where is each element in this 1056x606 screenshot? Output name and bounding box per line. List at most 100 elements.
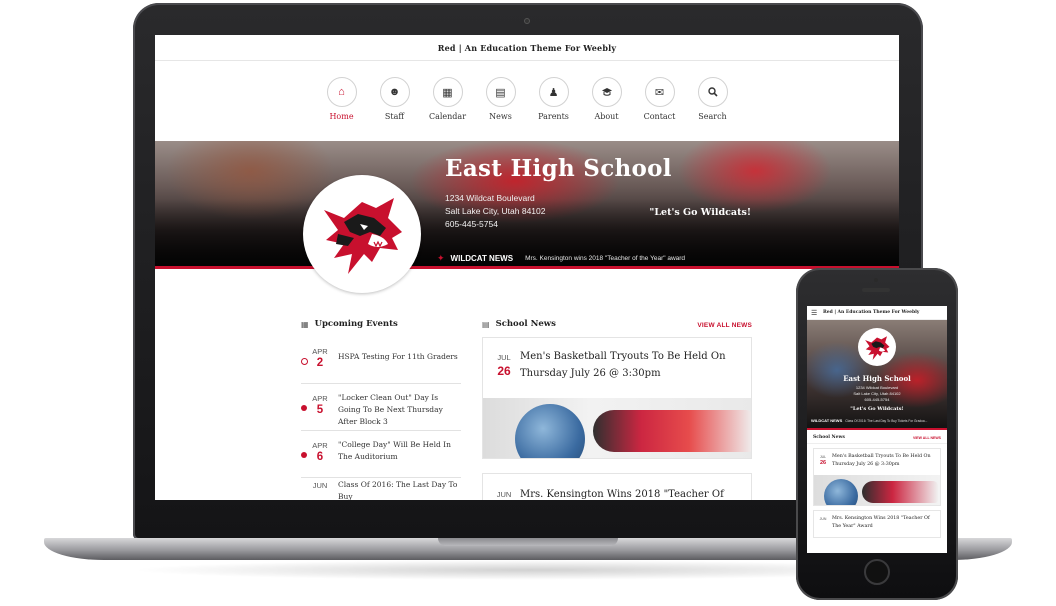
phone-speaker: [862, 288, 890, 292]
event-item[interactable]: APR 6 "College Day" Will Be Held In The …: [301, 431, 461, 478]
phone-news-card[interactable]: JUL 26 Men's Basketball Tryouts To Be He…: [813, 448, 941, 506]
news-icon: ▤: [485, 77, 516, 107]
event-month: APR: [312, 441, 328, 450]
news-card[interactable]: JUN Mrs. Kensington Wins 2018 "Teacher O…: [482, 473, 752, 500]
news-title[interactable]: Mrs. Kensington Wins 2018 "Teacher Of Th…: [520, 486, 742, 500]
address-line: Salt Lake City, Utah 84102: [445, 206, 546, 216]
phone-camera: [874, 278, 878, 282]
nav-item-home[interactable]: ⌂ Home: [326, 77, 357, 141]
event-title[interactable]: HSPA Testing For 11th Graders: [338, 351, 462, 363]
phone-news-card[interactable]: JUN Mrs. Kensington Wins 2018 "Teacher O…: [813, 510, 941, 538]
nav-label: Contact: [643, 112, 676, 121]
nav-label: News: [489, 112, 512, 121]
event-month: JUN: [312, 481, 328, 490]
phone-number[interactable]: 605-445-5754: [445, 219, 498, 229]
events-heading: ▦ Upcoming Events: [301, 319, 398, 329]
envelope-icon: ✉: [644, 77, 675, 107]
phone-motto: "Let's Go Wildcats!: [850, 406, 904, 412]
phone-hero: East High School 1234 Wildcat Boulevard …: [807, 320, 947, 430]
event-month: APR: [312, 347, 328, 356]
laptop-camera: [524, 18, 530, 24]
event-title[interactable]: "College Day" Will Be Held In The Audito…: [338, 439, 462, 463]
nav-item-parents[interactable]: ♟ Parents: [538, 77, 569, 141]
event-title[interactable]: "Locker Clean Out" Day Is Going To Be Ne…: [338, 392, 462, 428]
home-icon: ⌂: [326, 77, 357, 107]
calendar-icon: ▦: [432, 77, 463, 107]
main-content: ▦ Upcoming Events ▤ School News VIEW ALL…: [155, 313, 899, 500]
news-heading-label: School News: [495, 319, 556, 329]
event-item[interactable]: APR 2 HSPA Testing For 11th Graders: [301, 337, 461, 384]
nav-label: Home: [329, 112, 354, 121]
events-list: APR 2 HSPA Testing For 11th Graders APR …: [301, 337, 461, 500]
phone-wildcat-logo[interactable]: [858, 328, 896, 366]
ticker-label: WILDCAT NEWS: [450, 254, 514, 263]
wildcat-mascot-icon: [865, 335, 890, 360]
phone-address-line: 1234 Wildcat Boulevard: [855, 385, 899, 390]
news-card[interactable]: JUL 26 Men's Basketball Tryouts To Be He…: [482, 337, 752, 459]
phone-news-month: JUN: [819, 517, 827, 521]
phone-school-name: East High School: [843, 374, 911, 383]
phone-news-image-basketball[interactable]: [814, 475, 940, 505]
event-day: 2: [316, 357, 324, 369]
basketball-shape: [515, 404, 585, 458]
address-line: 1234 Wildcat Boulevard: [445, 193, 535, 203]
phone-home-button[interactable]: [864, 559, 890, 585]
wildcat-logo[interactable]: [303, 175, 421, 293]
nav-item-contact[interactable]: ✉ Contact: [644, 77, 675, 141]
hamburger-menu-icon[interactable]: ☰: [811, 309, 823, 317]
nav-label: About: [594, 112, 619, 121]
phone-address-line: Salt Lake City, Utah 84102: [853, 391, 901, 396]
phone-site-title[interactable]: Red | An Education Theme For Weebly: [823, 310, 919, 315]
timeline-dot: [301, 358, 308, 365]
phone-ticker-label: WILDCAT NEWS: [811, 418, 843, 423]
news-icon: ▤: [482, 319, 490, 329]
site-title[interactable]: Red | An Education Theme For Weebly: [438, 43, 616, 53]
parents-icon: ♟: [538, 77, 569, 107]
event-month: APR: [312, 394, 328, 403]
hero-banner: East High School 1234 Wildcat Boulevard …: [155, 141, 899, 269]
phone-news-card-header: JUL 26 Men's Basketball Tryouts To Be He…: [814, 449, 940, 475]
school-motto: "Let's Go Wildcats!: [649, 207, 751, 218]
school-name: East High School: [445, 155, 672, 182]
laptop-screen: Red | An Education Theme For Weebly ⌂ Ho…: [155, 35, 899, 500]
view-all-news-link[interactable]: VIEW ALL NEWS: [697, 322, 752, 329]
nav-item-calendar[interactable]: ▦ Calendar: [429, 77, 466, 141]
event-item[interactable]: JUN Class Of 2016: The Last Day To Buy: [301, 478, 461, 500]
news-image-basketball[interactable]: [483, 398, 751, 458]
phone-news-heading: School News VIEW ALL NEWS: [807, 430, 947, 444]
phone-ticker-text[interactable]: Class Of 2016: The Last Day To Buy Ticke…: [845, 419, 927, 423]
event-day: 6: [316, 451, 324, 463]
graduation-cap-icon: [591, 77, 622, 107]
search-icon: [697, 77, 728, 107]
phone-news-ticker[interactable]: WILDCAT NEWS Class Of 2016: The Last Day…: [811, 418, 947, 423]
event-item[interactable]: APR 5 "Locker Clean Out" Day Is Going To…: [301, 384, 461, 431]
nav-item-search[interactable]: Search: [697, 77, 728, 141]
nav-label: Search: [698, 112, 727, 121]
sneaker-shape: [862, 481, 938, 503]
news-title[interactable]: Men's Basketball Tryouts To Be Held On T…: [520, 348, 742, 382]
phone-news-title[interactable]: Mrs. Kensington Wins 2018 "Teacher Of Th…: [832, 515, 940, 531]
site-topbar: Red | An Education Theme For Weebly: [155, 35, 899, 61]
timeline-dot: [301, 452, 307, 458]
basketball-shape: [824, 479, 858, 505]
timeline-dot: [301, 405, 307, 411]
phone-news-month: JUL: [819, 455, 827, 459]
main-nav: ⌂ Home ☻ Staff ▦ Calendar ▤ News ♟ Paren…: [155, 61, 899, 141]
sneaker-shape: [593, 410, 751, 452]
phone-phone-number[interactable]: 605-445-5754: [807, 397, 947, 402]
events-heading-label: Upcoming Events: [314, 319, 398, 329]
nav-item-news[interactable]: ▤ News: [485, 77, 516, 141]
phone-view-all-news-link[interactable]: VIEW ALL NEWS: [913, 436, 941, 440]
laptop-notch: [438, 538, 618, 546]
calendar-icon: ▦: [301, 319, 309, 329]
ticker-text[interactable]: Mrs. Kensington wins 2018 "Teacher of th…: [525, 255, 685, 262]
nav-item-staff[interactable]: ☻ Staff: [379, 77, 410, 141]
news-day: 26: [497, 364, 511, 378]
hero-divider: [155, 266, 899, 269]
news-ticker[interactable]: ✦ WILDCAT NEWS Mrs. Kensington wins 2018…: [437, 253, 685, 264]
nav-item-about[interactable]: About: [591, 77, 622, 141]
phone-screen: ☰ Red | An Education Theme For Weebly Ea…: [807, 306, 947, 553]
event-title[interactable]: Class Of 2016: The Last Day To Buy: [338, 479, 462, 500]
news-month: JUL: [497, 353, 511, 362]
phone-news-title[interactable]: Men's Basketball Tryouts To Be Held On T…: [832, 453, 940, 469]
